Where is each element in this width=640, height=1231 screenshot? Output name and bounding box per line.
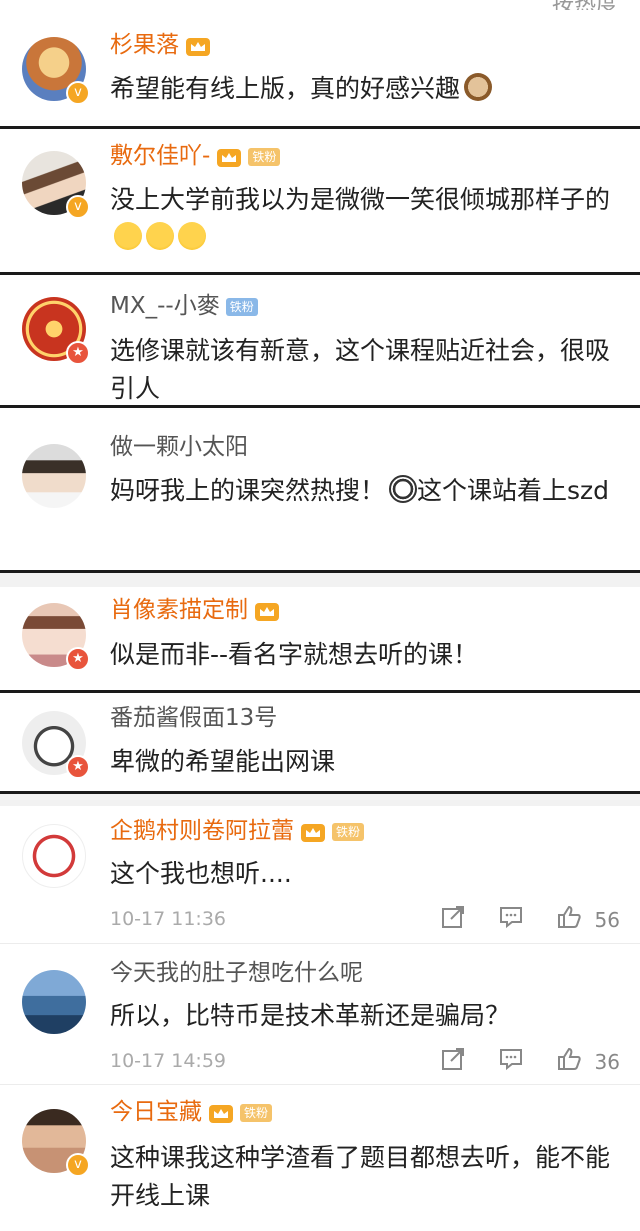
sort-label[interactable]: 按热度 — [552, 0, 618, 10]
comment-text: 妈呀我上的课突然热搜！ 这个课站着上szd — [110, 475, 610, 505]
panda-emoji-icon — [389, 475, 418, 503]
verified-badge-icon: v — [66, 81, 90, 105]
comment-meta: 10-17 14:59 36 — [110, 1046, 620, 1076]
comment-text: 这种课我这种学渣看了题目都想去听，能不能开线上课 — [110, 1143, 611, 1210]
reply-icon[interactable] — [498, 1046, 524, 1072]
timestamp: 10-17 11:36 — [110, 908, 227, 930]
like-count: 56 — [594, 908, 620, 932]
comment-text: 选修课就该有新意，这个课程贴近社会，很吸引人 — [110, 336, 611, 403]
comment-card: v 杉果落 希望能有线上版，真的好感兴趣 — [0, 10, 640, 126]
username[interactable]: 今天我的肚子想吃什么呢 — [110, 958, 363, 988]
username[interactable]: 今日宝藏 铁粉 — [110, 1097, 273, 1127]
fan-badge: 铁粉 — [332, 822, 365, 841]
crown-icon — [255, 602, 279, 621]
crown-icon — [301, 823, 325, 842]
crown-icon — [209, 1104, 233, 1123]
username[interactable]: MX_--小麥 铁粉 — [110, 291, 258, 321]
avatar[interactable]: v — [22, 1109, 90, 1177]
comment-text: 希望能有线上版，真的好感兴趣 — [110, 70, 620, 108]
monkey-emoji-icon — [464, 73, 493, 101]
share-icon[interactable] — [440, 1046, 466, 1072]
avatar[interactable] — [22, 824, 86, 888]
username[interactable]: 杉果落 — [110, 30, 211, 60]
comment-card: ★ 肖像素描定制 似是而非--看名字就想去听的课！ — [0, 573, 640, 690]
avatar[interactable]: v — [22, 151, 90, 219]
username[interactable]: 敷尔佳吖- 铁粉 — [110, 141, 281, 171]
comment-text: 所以，比特币是技术革新还是骗局？ — [110, 1001, 511, 1030]
spacer — [0, 794, 640, 806]
reply-icon[interactable] — [498, 904, 524, 930]
username[interactable]: 番茄酱假面13号 — [110, 703, 277, 733]
crying-emoji-icon — [178, 222, 206, 250]
avatar[interactable]: v — [22, 37, 90, 105]
avatar[interactable]: ★ — [22, 603, 90, 671]
comment-card: 做一颗小太阳 妈呀我上的课突然热搜！ 这个课站着上szd — [0, 408, 640, 570]
crying-emoji-icon — [146, 222, 174, 250]
crying-emoji-icon — [114, 222, 142, 250]
avatar[interactable] — [22, 970, 86, 1034]
comment-card: v 敷尔佳吖- 铁粉 没上大学前我以为是微微一笑很倾城那样子的 — [0, 129, 640, 272]
avatar[interactable]: ★ — [22, 711, 90, 779]
comment-text: 这个我也想听.... — [110, 859, 292, 888]
fan-badge: 铁粉 — [240, 1103, 273, 1122]
avatar[interactable]: ★ — [22, 297, 90, 365]
top-strip: 按热度 — [0, 0, 640, 10]
comment-text: 似是而非--看名字就想去听的课！ — [110, 640, 479, 669]
comment-text: 没上大学前我以为是微微一笑很倾城那样子的 — [110, 181, 620, 257]
star-badge-icon: ★ — [66, 647, 90, 671]
comment-card: 企鹅村则卷阿拉蕾 铁粉 这个我也想听.... 10-17 11:36 56 — [0, 794, 640, 943]
star-badge-icon: ★ — [66, 341, 90, 365]
verified-badge-icon: v — [66, 1153, 90, 1177]
comment-card: ★ 番茄酱假面13号 卑微的希望能出网课 — [0, 693, 640, 791]
crown-icon — [186, 37, 210, 56]
comment-card: 今天我的肚子想吃什么呢 所以，比特币是技术革新还是骗局？ 10-17 14:59… — [0, 943, 640, 1084]
comment-text: 卑微的希望能出网课 — [110, 747, 336, 776]
comment-meta: 10-17 11:36 56 — [110, 904, 620, 934]
username[interactable]: 肖像素描定制 — [110, 595, 280, 625]
fan-badge: 铁粉 — [225, 297, 258, 316]
like-icon[interactable] — [556, 904, 582, 930]
username[interactable]: 企鹅村则卷阿拉蕾 铁粉 — [110, 816, 365, 846]
star-badge-icon: ★ — [66, 755, 90, 779]
spacer — [0, 573, 640, 587]
like-count: 36 — [594, 1050, 620, 1074]
share-icon[interactable] — [440, 904, 466, 930]
fan-badge: 铁粉 — [248, 147, 281, 166]
like-icon[interactable] — [556, 1046, 582, 1072]
username[interactable]: 做一颗小太阳 — [110, 432, 248, 462]
avatar[interactable] — [22, 444, 86, 508]
comment-card: ★ MX_--小麥 铁粉 选修课就该有新意，这个课程贴近社会，很吸引人 — [0, 275, 640, 405]
verified-badge-icon: v — [66, 195, 90, 219]
comment-card: v 今日宝藏 铁粉 这种课我这种学渣看了题目都想去听，能不能开线上课 — [0, 1084, 640, 1231]
timestamp: 10-17 14:59 — [110, 1050, 227, 1072]
crown-icon — [217, 148, 242, 167]
